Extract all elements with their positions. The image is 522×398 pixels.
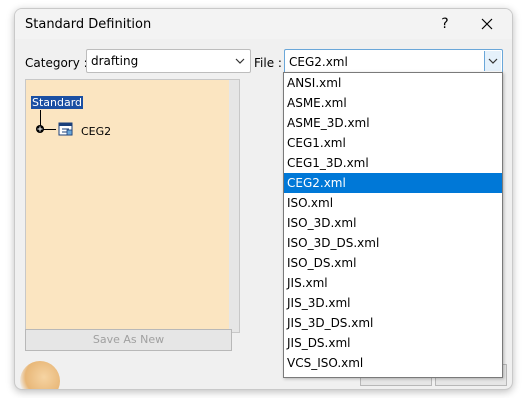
catia-logo	[20, 361, 60, 389]
close-icon	[481, 18, 493, 30]
dialog-title: Standard Definition	[25, 17, 152, 32]
file-value: CEG2.xml	[289, 55, 348, 69]
close-button[interactable]	[475, 14, 499, 34]
file-option[interactable]: ISO_3D_DS.xml	[284, 233, 502, 253]
file-option[interactable]: VCS_ISO.xml	[284, 353, 502, 373]
category-value: drafting	[91, 54, 139, 68]
file-option[interactable]: CEG1.xml	[284, 133, 502, 153]
save-as-new-button[interactable]: Save As New	[25, 329, 232, 351]
file-dropdown-button[interactable]	[484, 51, 501, 71]
chevron-down-icon	[235, 58, 245, 64]
standard-tree[interactable]: Standard CEG2	[25, 79, 239, 333]
file-label: File :	[254, 56, 282, 70]
file-option[interactable]: ASME_3D.xml	[284, 113, 502, 133]
chevron-down-icon	[488, 58, 498, 64]
file-dropdown-list[interactable]: ANSI.xml ASME.xml ASME_3D.xml CEG1.xml C…	[283, 72, 503, 378]
tree-scrollbar[interactable]	[229, 79, 240, 333]
tree-node-ceg2[interactable]: CEG2	[81, 125, 111, 138]
file-option[interactable]: ISO_3D.xml	[284, 213, 502, 233]
file-option[interactable]: ISO_DS.xml	[284, 253, 502, 273]
file-option[interactable]: ISO.xml	[284, 193, 502, 213]
file-option[interactable]: JIS.xml	[284, 273, 502, 293]
document-node-icon	[58, 122, 73, 136]
file-option-selected[interactable]: CEG2.xml	[284, 173, 502, 193]
file-option[interactable]: JIS_3D_DS.xml	[284, 313, 502, 333]
file-option[interactable]: JIS_3D.xml	[284, 293, 502, 313]
help-button[interactable]: ?	[435, 14, 455, 34]
category-label: Category :	[25, 56, 88, 70]
file-option[interactable]: ASME.xml	[284, 93, 502, 113]
title-bar: Standard Definition ?	[15, 9, 512, 39]
tree-root-standard[interactable]: Standard	[31, 96, 84, 109]
file-option[interactable]: JIS_DS.xml	[284, 333, 502, 353]
file-option[interactable]: CEG1_3D.xml	[284, 153, 502, 173]
tree-expander-icon[interactable]	[35, 124, 45, 134]
category-select[interactable]: drafting	[86, 49, 251, 73]
file-option[interactable]: ANSI.xml	[284, 73, 502, 93]
